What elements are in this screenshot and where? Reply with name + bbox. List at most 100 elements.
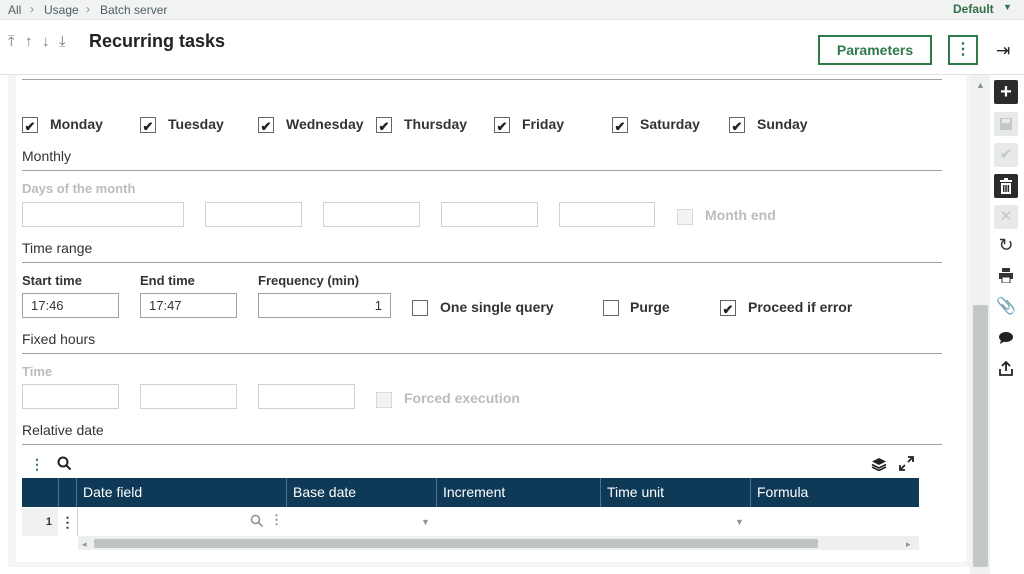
column-header-time-unit[interactable]: Time unit [600, 478, 750, 507]
row-menu-icon[interactable]: ⋮ [58, 508, 78, 536]
weekday-label: Tuesday [168, 116, 224, 132]
checkmark-icon: ✔ [731, 119, 743, 134]
weekday-label: Saturday [640, 116, 700, 132]
previous-record-icon[interactable]: ↑ [25, 33, 33, 51]
chevron-down-icon[interactable]: ▼ [1003, 2, 1012, 12]
page-title: Recurring tasks [89, 31, 226, 51]
base-date-dropdown-icon[interactable]: ▼ [421, 517, 430, 527]
proceed-if-error-checkbox[interactable]: ✔ [720, 300, 736, 317]
grid-header-spacer [58, 478, 76, 507]
weekday-label: Monday [50, 116, 103, 132]
scroll-left-icon[interactable]: ◂ [82, 539, 87, 550]
layers-icon[interactable] [871, 457, 887, 476]
section-divider [22, 170, 942, 171]
weekday-label: Friday [522, 116, 565, 132]
frequency-field[interactable]: 1 [258, 293, 391, 318]
frequency-label: Frequency (min) [258, 273, 360, 288]
start-time-label: Start time [22, 273, 82, 288]
first-record-icon[interactable]: ⤒ [8, 33, 15, 51]
fixed-hours-section-title: Fixed hours [22, 331, 96, 347]
section-divider [22, 353, 942, 354]
weekday-checkbox-wednesday[interactable]: ✔ [258, 117, 274, 134]
day-of-month-field [559, 202, 655, 227]
logout-icon[interactable]: ⇥ [996, 41, 1010, 61]
purge-checkbox[interactable] [603, 300, 619, 316]
folder-selector[interactable]: Default [953, 2, 994, 16]
breadcrumb-all[interactable]: All [8, 3, 21, 17]
last-record-icon[interactable]: ⤓ [59, 33, 66, 51]
end-time-field[interactable]: 17:47 [140, 293, 237, 318]
forced-execution-label: Forced execution [404, 390, 520, 406]
column-header-formula[interactable]: Formula [750, 478, 919, 507]
table-row[interactable] [22, 508, 919, 536]
parameters-button[interactable]: Parameters [818, 35, 932, 65]
add-icon[interactable]: + [994, 80, 1018, 104]
checkmark-icon: ✔ [614, 119, 626, 134]
checkmark-icon: ✔ [142, 119, 154, 134]
weekday-checkbox-monday[interactable]: ✔ [22, 117, 38, 134]
day-of-month-field [22, 202, 184, 227]
month-end-label: Month end [705, 207, 776, 223]
day-of-month-field [205, 202, 302, 227]
section-divider [22, 79, 942, 80]
start-time-field[interactable]: 17:46 [22, 293, 119, 318]
relative-date-section-title: Relative date [22, 422, 104, 438]
weekday-checkbox-friday[interactable]: ✔ [494, 117, 510, 134]
proceed-if-error-label: Proceed if error [748, 299, 853, 315]
weekday-checkbox-saturday[interactable]: ✔ [612, 117, 628, 134]
lookup-search-icon[interactable] [250, 514, 264, 533]
cancel-icon: ✕ [994, 205, 1018, 229]
day-of-month-field [441, 202, 538, 227]
checkmark-icon: ✔ [24, 119, 36, 134]
refresh-icon[interactable]: ↻ [994, 233, 1018, 257]
breadcrumb-chevron-icon: › [30, 2, 34, 16]
month-end-checkbox [677, 209, 693, 225]
delete-icon[interactable] [994, 174, 1018, 198]
one-single-query-checkbox[interactable] [412, 300, 428, 316]
weekday-checkbox-tuesday[interactable]: ✔ [140, 117, 156, 134]
section-divider [22, 444, 942, 445]
breadcrumb-chevron-icon: › [86, 2, 90, 16]
cell-menu-icon[interactable]: ⋮ [270, 512, 283, 528]
time-label: Time [22, 364, 53, 379]
column-header-increment[interactable]: Increment [436, 478, 600, 507]
weekday-checkbox-sunday[interactable]: ✔ [729, 117, 745, 134]
row-number: 1 [22, 508, 58, 536]
grid-menu-icon[interactable]: ⋮ [30, 456, 44, 473]
more-actions-button[interactable]: ⋮ [948, 35, 978, 65]
breadcrumb-usage[interactable]: Usage [44, 3, 79, 17]
checkmark-icon: ✔ [378, 119, 390, 134]
weekday-label: Thursday [404, 116, 468, 132]
next-record-icon[interactable]: ↓ [42, 33, 50, 51]
section-divider [22, 262, 942, 263]
export-icon[interactable] [994, 357, 1018, 381]
end-time-label: End time [140, 273, 195, 288]
column-header-date-field[interactable]: Date field [76, 478, 286, 507]
weekday-label: Sunday [757, 116, 808, 132]
days-of-month-label: Days of the month [22, 181, 136, 196]
one-single-query-label: One single query [440, 299, 554, 315]
day-of-month-field [323, 202, 420, 227]
weekday-checkbox-thursday[interactable]: ✔ [376, 117, 392, 134]
grid-search-icon[interactable] [57, 456, 72, 476]
breadcrumb-batch-server[interactable]: Batch server [100, 3, 167, 17]
time-unit-dropdown-icon[interactable]: ▼ [735, 517, 744, 527]
weekday-label: Wednesday [286, 116, 364, 132]
comment-icon[interactable] [994, 326, 1018, 350]
checkmark-icon: ✔ [722, 302, 734, 317]
save-icon [994, 112, 1018, 136]
scroll-right-icon[interactable]: ▸ [906, 539, 911, 550]
time-range-section-title: Time range [22, 240, 93, 256]
print-icon[interactable] [994, 264, 1018, 288]
expand-icon[interactable] [899, 456, 914, 476]
forced-execution-checkbox [376, 392, 392, 408]
purge-label: Purge [630, 299, 670, 315]
attach-icon[interactable]: 📎 [994, 295, 1018, 319]
scroll-up-icon[interactable]: ▲ [976, 80, 985, 90]
fixed-time-field [140, 384, 237, 409]
horizontal-scroll-thumb[interactable] [94, 539, 818, 548]
checkmark-icon: ✔ [496, 119, 508, 134]
column-header-base-date[interactable]: Base date [286, 478, 436, 507]
vertical-scroll-thumb[interactable] [973, 305, 988, 567]
checkmark-icon: ✔ [260, 119, 272, 134]
